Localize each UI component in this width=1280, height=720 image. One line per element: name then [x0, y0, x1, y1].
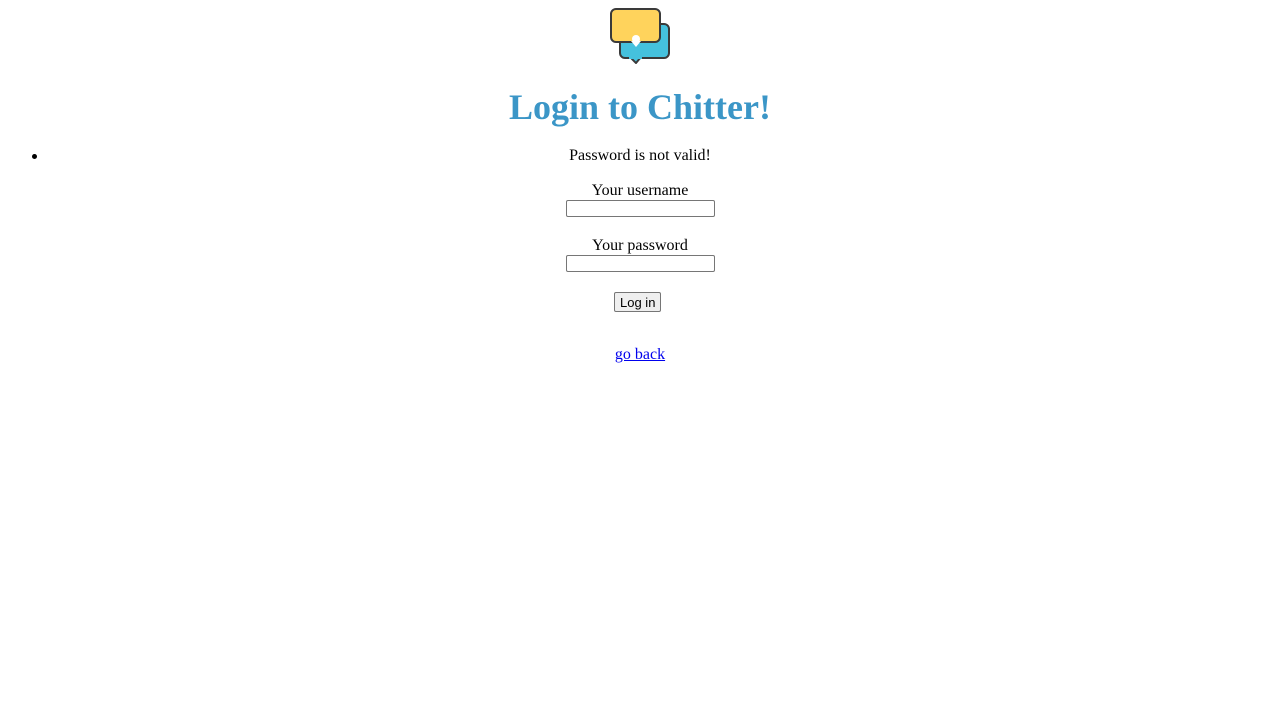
password-label: Your password: [592, 237, 688, 254]
bullet-icon: [32, 154, 37, 159]
error-item: Password is not valid!: [0, 144, 1280, 168]
username-label: Your username: [591, 182, 689, 199]
password-field-group: Your password: [0, 237, 1280, 272]
back-link-container: go back: [0, 346, 1280, 364]
login-page: Login to Chitter! Password is not valid!…: [0, 0, 1280, 720]
error-message: Password is not valid!: [569, 147, 711, 164]
username-field-group: Your username: [0, 182, 1280, 217]
go-back-link[interactable]: go back: [615, 346, 665, 363]
password-input[interactable]: [565, 255, 715, 272]
error-list: Password is not valid!: [0, 144, 1280, 168]
login-button[interactable]: Log in: [614, 292, 662, 312]
chat-bubbles-icon: [608, 6, 672, 66]
page-title: Login to Chitter!: [509, 87, 771, 127]
username-input[interactable]: [565, 200, 715, 217]
